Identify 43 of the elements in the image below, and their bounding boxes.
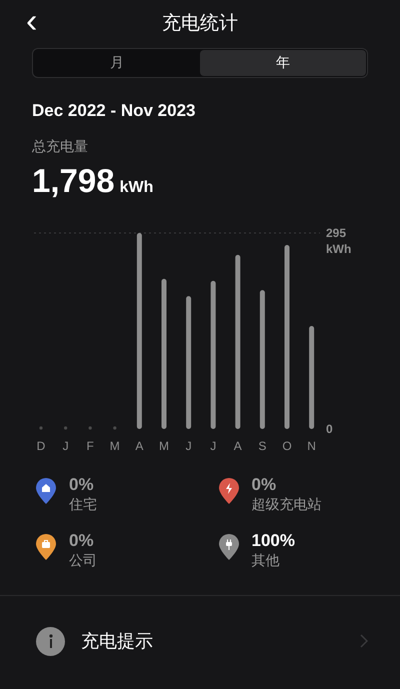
location-label: 其他 <box>252 552 280 571</box>
month-label: A <box>134 438 144 455</box>
axis-label: 295 <box>326 225 346 241</box>
location-label: 公司 <box>69 552 97 571</box>
month-label: D <box>36 438 46 455</box>
percent-value: 100% <box>252 531 295 551</box>
unit-axis-label: kWh <box>326 241 352 257</box>
empty-bar-dot <box>64 426 68 430</box>
month-label: M <box>108 438 121 455</box>
screen-title: 充电统计 <box>162 10 238 36</box>
period-label: Dec 2022 - Nov 2023 <box>32 100 196 122</box>
empty-bar-dot <box>113 426 116 430</box>
month-label: N <box>306 438 317 455</box>
month-label: A <box>232 438 243 455</box>
plug-pin-icon <box>218 533 240 561</box>
month-label: O <box>281 438 293 455</box>
tip-label: 充电提示 <box>81 630 154 654</box>
percent-value: 0% <box>69 475 95 495</box>
chevron-icon <box>360 634 368 648</box>
month-label: S <box>257 438 268 455</box>
axis-label: 0 <box>326 421 333 437</box>
month-label: J <box>209 438 218 455</box>
month-label: J <box>62 438 70 455</box>
tab[interactable]: 月 <box>34 50 200 76</box>
lightning-pin-icon <box>218 477 240 505</box>
percent-value: 0% <box>69 531 95 551</box>
location-label: 住宅 <box>69 496 97 515</box>
month-label: M <box>158 438 170 455</box>
percent-value: 0% <box>252 475 278 495</box>
house-pin-icon <box>35 477 57 505</box>
charging-tips-row[interactable]: 充电提示 <box>0 596 400 686</box>
info-icon <box>36 626 65 656</box>
total-label: 总充电量 <box>32 138 89 156</box>
briefcase-pin-icon <box>35 533 57 561</box>
month-label: F <box>86 438 95 455</box>
empty-bar-dot <box>88 426 92 430</box>
unit-label: kWh <box>120 178 154 198</box>
location-label: 超级充电站 <box>252 496 322 515</box>
tab[interactable]: 年 <box>200 50 366 76</box>
total-value: 1,798 <box>32 160 115 200</box>
month-label: J <box>184 438 193 455</box>
back-button[interactable]: ‹ <box>26 4 38 38</box>
empty-bar-dot <box>39 426 43 430</box>
